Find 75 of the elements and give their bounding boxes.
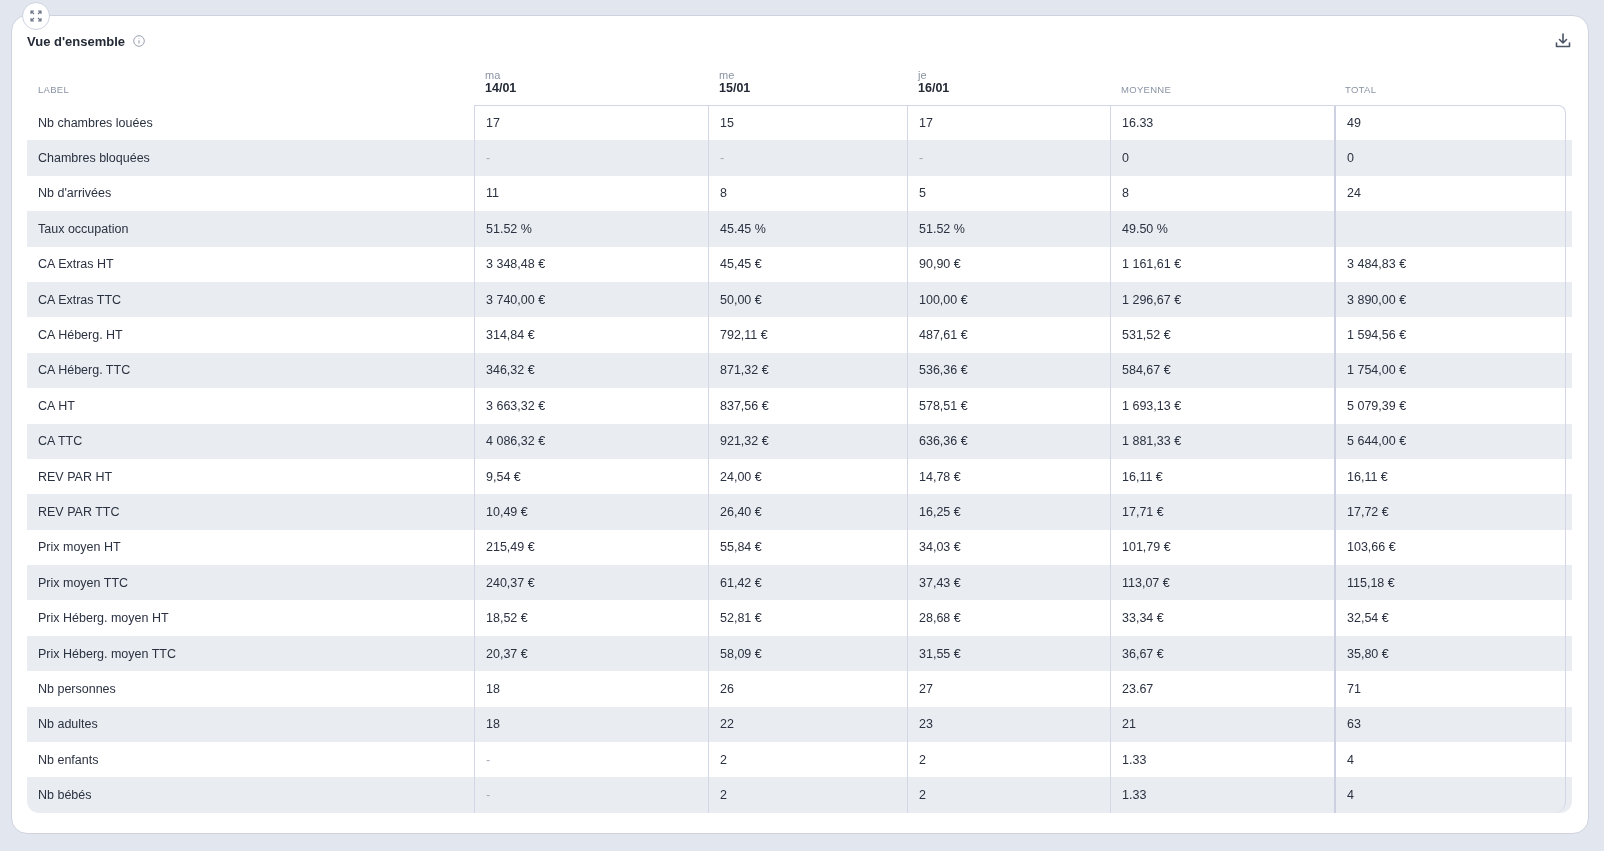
row-label: Prix moyen HT [37,539,122,557]
table-cell: 1 881,33 € [1110,423,1334,459]
column-header: LABEL [38,84,71,95]
row-label: CA TTC [37,433,84,451]
table-cell: 51.52 % [474,211,708,247]
row-label: Prix Héberg. moyen TTC [37,645,177,663]
row-label: REV PAR TTC [37,504,121,521]
table-cell: 921,32 € [708,423,907,459]
table-cell: 52,81 € [708,600,907,636]
row-label: CA Extras TTC [37,291,123,309]
row-label: Prix moyen TTC [37,574,130,592]
expand-icon [30,10,42,22]
table-cell: 636,36 € [907,423,1110,459]
table-cell: 3 663,32 € [474,388,708,424]
expand-button[interactable] [22,2,50,30]
table-cell: 531,52 € [1110,317,1334,353]
table-cell: - [474,140,708,176]
table-cell: 837,56 € [708,388,907,424]
table-cell: 16,25 € [907,494,1110,530]
table-cell: 578,51 € [907,388,1110,424]
row-label: Nb chambres louées [37,114,154,132]
table-cell: 4 [1334,777,1566,813]
table-cell: 33,34 € [1110,600,1334,636]
column-date: 16/01 [918,81,951,95]
table-cell: 1.33 [1110,777,1334,813]
row-label: CA HT [37,397,76,415]
table-cell: 26 [708,671,907,707]
row-label: Nb bébés [37,787,93,805]
row-label: Nb personnes [37,680,117,698]
table-cell: 18 [474,671,708,707]
column-date: 15/01 [719,81,752,95]
row-label: Nb d'arrivées [37,185,113,203]
table-cell: 23.67 [1110,671,1334,707]
table-cell: - [907,140,1110,176]
table-cell: 1 161,61 € [1110,246,1334,282]
table-cell: - [474,777,708,813]
table-cell: 314,84 € [474,317,708,353]
card-title: Vue d'ensemble [27,33,125,49]
column-day: me [719,69,896,81]
table-cell: 17,71 € [1110,494,1334,530]
info-icon[interactable] [133,35,145,47]
table-cell: 90,90 € [907,246,1110,282]
table-cell: 3 348,48 € [474,246,708,282]
column-header: TOTAL [1345,84,1378,95]
table-cell: 0 [1110,140,1334,176]
row-label: CA Extras HT [37,256,115,274]
column-date: 14/01 [485,81,518,95]
table-cell: 2 [708,777,907,813]
table-cell: 27 [907,671,1110,707]
row-label: Nb adultes [37,716,99,734]
table-cell: 4 086,32 € [474,423,708,459]
column-header: MOYENNE [1121,84,1173,95]
table-cell: 18,52 € [474,600,708,636]
table-cell: 487,61 € [907,317,1110,353]
row-label: CA Héberg. TTC [37,362,132,380]
row-label: Chambres bloquées [37,150,151,168]
download-icon[interactable] [1554,32,1572,50]
table-cell: 10,49 € [474,494,708,530]
table-cell: 2 [907,777,1110,813]
row-label: CA Héberg. HT [37,327,124,345]
row-label: Prix Héberg. moyen HT [37,610,170,628]
table-cell: 45.45 % [708,211,907,247]
row-label: REV PAR HT [37,468,114,486]
row-label: Nb enfants [37,751,100,769]
column-day: ma [485,69,697,81]
row-label: Taux occupation [37,220,130,238]
table-cell: 1 693,13 € [1110,388,1334,424]
table-cell: 49.50 % [1110,211,1334,247]
table-cell: 45,45 € [708,246,907,282]
table-cell: 792,11 € [708,317,907,353]
column-day: je [918,69,1099,81]
table-cell: 28,68 € [907,600,1110,636]
table-cell: 51.52 % [907,211,1110,247]
table-cell: - [708,140,907,176]
table-cell: 26,40 € [708,494,907,530]
